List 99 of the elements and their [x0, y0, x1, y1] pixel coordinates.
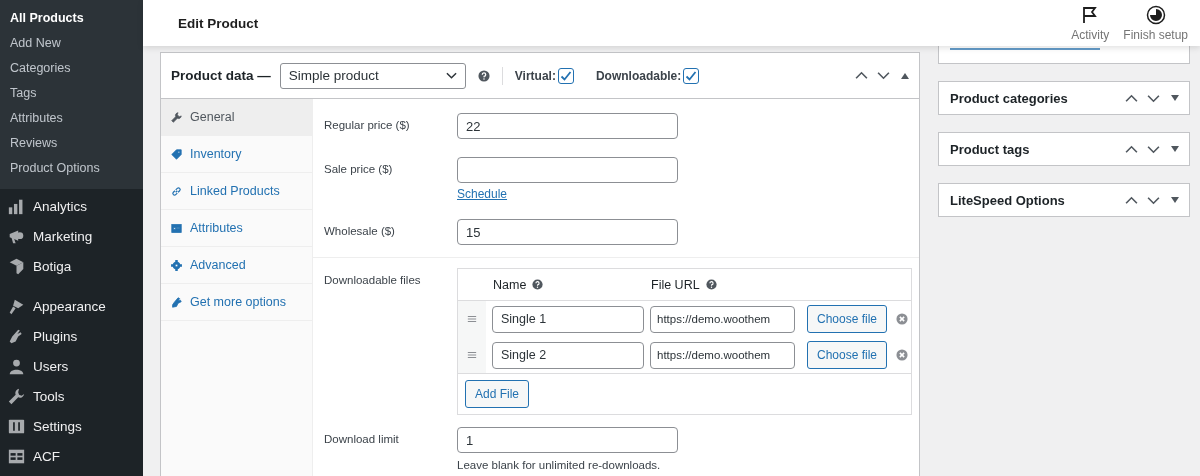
submenu-item[interactable]: Add New — [0, 33, 143, 58]
tag-icon — [171, 148, 182, 160]
choose-file-button[interactable]: Choose file — [807, 341, 888, 369]
choose-file-button[interactable]: Choose file — [807, 305, 888, 333]
menu-label: Botiga — [33, 258, 72, 274]
box-title: LiteSpeed Options — [950, 192, 1065, 208]
input-field[interactable]: 1 — [457, 427, 678, 453]
submenu-item[interactable]: Categories — [0, 58, 143, 83]
submenu-item[interactable]: Reviews — [0, 133, 143, 158]
expand-toggle-icon[interactable] — [1171, 95, 1179, 101]
grid-icon — [8, 447, 25, 465]
help-icon — [705, 279, 717, 290]
collapse-toggle-icon[interactable] — [901, 72, 909, 79]
tab[interactable]: Linked Products — [161, 173, 312, 210]
box-icon — [8, 257, 25, 275]
submenu-item[interactable]: All Products — [0, 8, 143, 33]
menu-label: Plugins — [33, 328, 78, 344]
user-icon — [8, 357, 25, 375]
move-down-icon[interactable] — [877, 71, 890, 80]
menu-item[interactable]: Users — [0, 351, 143, 381]
file-url-field[interactable]: https://demo.woothem — [650, 305, 795, 333]
field-hint: Leave blank for unlimited re-downloads. — [457, 459, 662, 471]
option-label: Virtual: — [514, 68, 556, 83]
header-action[interactable]: Activity — [1071, 4, 1110, 42]
move-up-icon[interactable] — [1125, 195, 1138, 205]
plug-icon — [171, 296, 182, 308]
menu-item[interactable]: Botiga — [0, 251, 143, 281]
page-title: Edit Product — [178, 15, 259, 31]
link-icon — [171, 185, 182, 197]
menu-label: Analytics — [33, 198, 88, 214]
wrench-icon — [171, 111, 182, 123]
menu-label: Settings — [33, 418, 82, 434]
move-up-icon[interactable] — [1125, 93, 1138, 103]
add-file-button[interactable]: Add File — [465, 380, 530, 408]
submenu-item[interactable]: Product Options — [0, 158, 143, 183]
drag-handle-icon[interactable] — [467, 315, 477, 323]
menu-item[interactable]: Marketing — [0, 221, 143, 251]
sliders-icon — [8, 417, 25, 435]
box-title: Product categories — [950, 90, 1068, 106]
move-down-icon[interactable] — [1147, 93, 1160, 103]
tab[interactable]: Inventory — [161, 136, 312, 173]
file-name-field[interactable]: Single 1 — [492, 305, 644, 333]
bar-chart-icon — [8, 197, 25, 215]
move-up-icon[interactable] — [1125, 144, 1138, 154]
submenu-item[interactable]: Attributes — [0, 108, 143, 133]
checkbox[interactable] — [683, 67, 700, 84]
progress-circle-icon — [1145, 4, 1166, 25]
option-label: Downloadable: — [595, 68, 682, 83]
menu-label: Marketing — [33, 228, 93, 244]
action-label: Finish setup — [1123, 27, 1188, 42]
input-field[interactable]: 22 — [457, 113, 678, 139]
menu-label: Users — [33, 358, 69, 374]
product-type-select[interactable]: Simple product — [279, 62, 466, 89]
field-label: Regular price ($) — [324, 118, 411, 133]
tab[interactable]: General — [161, 99, 312, 136]
menu-label: ACF — [33, 448, 60, 464]
menu-item[interactable]: Analytics — [0, 191, 143, 221]
schedule-link[interactable]: Schedule — [457, 187, 678, 201]
menu-item[interactable]: ACF — [0, 441, 143, 471]
menu-item[interactable]: Plugins — [0, 321, 143, 351]
menu-label: Appearance — [33, 298, 106, 314]
input-field[interactable]: 15 — [457, 219, 678, 245]
move-down-icon[interactable] — [1147, 144, 1160, 154]
list-window-icon — [171, 222, 182, 234]
wrench-icon — [8, 387, 25, 405]
menu-item[interactable]: Settings — [0, 411, 143, 441]
move-up-icon[interactable] — [855, 71, 868, 80]
tab[interactable]: Advanced — [161, 247, 312, 284]
expand-toggle-icon[interactable] — [1171, 146, 1179, 152]
tab[interactable]: Attributes — [161, 210, 312, 247]
field-label: Downloadable files — [324, 273, 422, 288]
input-field[interactable] — [457, 157, 678, 183]
menu-label: Tools — [33, 388, 65, 404]
remove-icon[interactable] — [896, 313, 909, 325]
field-label: Wholesale ($) — [324, 224, 396, 239]
paintbrush-icon — [8, 297, 25, 315]
action-label: Activity — [1071, 27, 1110, 42]
box-title: Product tags — [950, 141, 1030, 157]
panel-title: Product data — — [171, 68, 271, 83]
expand-toggle-icon[interactable] — [1171, 197, 1179, 203]
menu-item[interactable]: Appearance — [0, 291, 143, 321]
drag-handle-icon[interactable] — [467, 351, 477, 359]
field-label: Download limit — [324, 432, 400, 447]
header-action[interactable]: Finish setup — [1123, 4, 1188, 42]
checkbox[interactable] — [557, 67, 574, 84]
submenu-item[interactable]: Tags — [0, 83, 143, 108]
help-icon — [532, 279, 544, 290]
column-header: File URL — [651, 277, 700, 292]
tab[interactable]: Get more options — [161, 284, 312, 321]
column-header: Name — [493, 277, 527, 292]
chevron-down-icon — [445, 71, 457, 80]
remove-icon[interactable] — [896, 349, 909, 361]
file-url-field[interactable]: https://demo.woothem — [650, 341, 795, 369]
gear-icon — [171, 259, 182, 271]
file-name-field[interactable]: Single 2 — [492, 341, 644, 369]
field-label: Sale price ($) — [324, 162, 394, 177]
help-icon — [477, 69, 490, 82]
menu-item[interactable]: Tools — [0, 381, 143, 411]
move-down-icon[interactable] — [1147, 195, 1160, 205]
